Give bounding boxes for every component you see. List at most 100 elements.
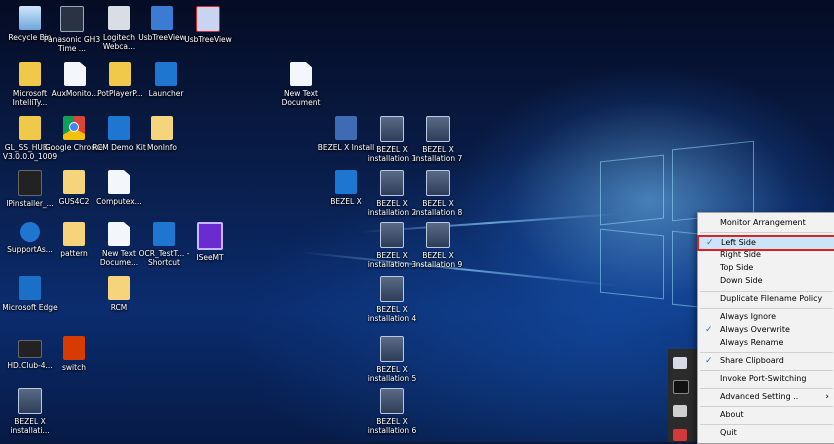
icon-label: Computex...	[96, 197, 142, 206]
desktop-icon-switch[interactable]: switch	[44, 336, 104, 372]
video-icon	[18, 340, 42, 358]
icon-label: BEZEL X installati...	[10, 417, 50, 435]
desktop-icon-launcher[interactable]: Launcher	[136, 62, 196, 98]
tray-app-icon-4[interactable]	[673, 429, 687, 441]
checkmark-icon: ✓	[705, 356, 713, 366]
icon-label: BEZEL X installation 8	[413, 199, 463, 217]
folder-icon	[109, 62, 131, 86]
desktop-icon-bezel-installation-4[interactable]: BEZEL X installation 4	[362, 276, 422, 323]
folder-icon	[63, 170, 85, 194]
desktop-icon-iseemt[interactable]: ISeeMT	[180, 222, 240, 262]
icon-label: New Text Document	[281, 89, 321, 107]
desktop-icon-computex[interactable]: Computex...	[89, 170, 149, 206]
tray-app-icon-3[interactable]	[673, 405, 687, 417]
document-icon	[108, 222, 130, 246]
office-icon	[63, 336, 85, 360]
menu-item-share-clipboard[interactable]: ✓ Share Clipboard	[698, 355, 834, 367]
menu-separator	[700, 388, 833, 389]
bezel-shortcut-icon	[335, 170, 357, 194]
menu-item-label: Duplicate Filename Policy	[720, 294, 823, 303]
menu-item-label: Advanced Setting ..	[720, 392, 799, 401]
installer-icon	[335, 116, 357, 140]
webcam-icon	[108, 6, 130, 30]
desktop-icon-moninfo[interactable]: MonInfo	[132, 116, 192, 152]
desktop-icon-bezel-installation-6[interactable]: BEZEL X installation 6	[362, 388, 422, 435]
icon-label: BEZEL X installation 7	[413, 145, 463, 163]
desktop-icon-rcm[interactable]: RCM	[89, 276, 149, 312]
menu-item-about[interactable]: About	[698, 409, 834, 421]
icon-label: switch	[62, 363, 86, 372]
menu-item-label: Left Side	[721, 238, 756, 247]
menu-item-always-rename[interactable]: Always Rename	[698, 337, 834, 349]
menu-item-label: Always Overwrite	[720, 325, 790, 334]
camera-icon	[60, 6, 84, 32]
tray-app-icon-1[interactable]	[673, 357, 687, 369]
desktop-icon-bezel-installation-7[interactable]: BEZEL X installation 7	[408, 116, 468, 163]
desktop-icon-bezel-installation-5[interactable]: BEZEL X installation 5	[362, 336, 422, 383]
menu-item-label: About	[720, 410, 744, 419]
menu-separator	[700, 370, 833, 371]
menu-item-label: Monitor Arrangement	[720, 218, 806, 227]
menu-item-right-side[interactable]: Right Side	[698, 249, 834, 261]
menu-item-label: Down Side	[720, 276, 763, 285]
desktop-icon-microsoft-edge[interactable]: Microsoft Edge	[0, 276, 60, 312]
installer-dark-icon	[18, 170, 42, 196]
bezel-monitor-icon	[426, 222, 450, 248]
menu-item-label: Invoke Port-Switching	[720, 374, 807, 383]
desktop-icon-bezel-installation-8[interactable]: BEZEL X installation 8	[408, 170, 468, 217]
submenu-arrow-icon: ›	[825, 392, 829, 402]
menu-separator	[700, 308, 833, 309]
menu-item-advanced-setting[interactable]: Advanced Setting .. ›	[698, 391, 834, 403]
menu-separator	[700, 406, 833, 407]
bezel-monitor-icon	[18, 388, 42, 414]
iseemt-icon	[197, 222, 223, 250]
rcm-shortcut-icon	[108, 116, 130, 140]
folder-icon	[108, 276, 130, 300]
icon-label: RCM	[110, 303, 128, 312]
menu-separator	[700, 291, 833, 292]
icon-label: ISeeMT	[196, 253, 224, 262]
icon-label: BEZEL X installation 6	[367, 417, 417, 435]
desktop-icon-usbtreeview-2[interactable]: UsbTreeView	[178, 6, 238, 44]
bezel-monitor-icon	[380, 276, 404, 302]
icon-label: BEZEL X installation 5	[367, 365, 417, 383]
menu-item-monitor-arrangement[interactable]: Monitor Arrangement	[698, 217, 834, 229]
document-icon	[290, 62, 312, 86]
menu-item-always-ignore[interactable]: Always Ignore	[698, 311, 834, 323]
launcher-shortcut-icon	[155, 62, 177, 86]
bezel-monitor-icon	[426, 170, 450, 196]
menu-item-quit[interactable]: Quit	[698, 427, 834, 439]
tray-context-menu: Monitor Arrangement ✓ Left Side Right Si…	[697, 212, 834, 444]
support-icon	[20, 222, 40, 242]
menu-item-duplicate-filename-policy[interactable]: Duplicate Filename Policy	[698, 293, 834, 305]
folder-icon	[63, 222, 85, 246]
menu-item-down-side[interactable]: Down Side	[698, 275, 834, 287]
bezel-monitor-icon	[380, 222, 404, 248]
menu-separator	[700, 352, 833, 353]
chrome-icon	[63, 116, 85, 140]
icon-label: Launcher	[148, 89, 184, 98]
menu-item-top-side[interactable]: Top Side	[698, 262, 834, 274]
menu-item-label: Quit	[720, 428, 737, 437]
bezel-monitor-icon	[380, 388, 404, 414]
menu-separator	[700, 232, 833, 233]
bezel-monitor-icon	[380, 336, 404, 362]
menu-item-label: Top Side	[720, 263, 754, 272]
icon-label: BEZEL X installation 4	[367, 305, 417, 323]
menu-item-invoke-port-switching[interactable]: Invoke Port-Switching	[698, 373, 834, 385]
tray-app-icon-2[interactable]	[673, 380, 689, 394]
icon-label: MonInfo	[146, 143, 177, 152]
menu-item-always-overwrite[interactable]: ✓ Always Overwrite	[698, 324, 834, 336]
menu-separator	[700, 424, 833, 425]
document-icon	[64, 62, 86, 86]
bezel-monitor-icon	[426, 116, 450, 142]
folder-icon	[151, 116, 173, 140]
usb-tree-icon	[151, 6, 173, 30]
folder-icon	[19, 116, 41, 140]
desktop-icon-new-text-document[interactable]: New Text Document	[271, 62, 331, 107]
desktop-icon-bezel-installati[interactable]: BEZEL X installati...	[0, 388, 60, 435]
tray-overflow-flyout	[668, 349, 698, 442]
folder-icon	[19, 62, 41, 86]
icon-label: Microsoft Edge	[2, 303, 58, 312]
desktop-icon-bezel-installation-9[interactable]: BEZEL X installation 9	[408, 222, 468, 269]
